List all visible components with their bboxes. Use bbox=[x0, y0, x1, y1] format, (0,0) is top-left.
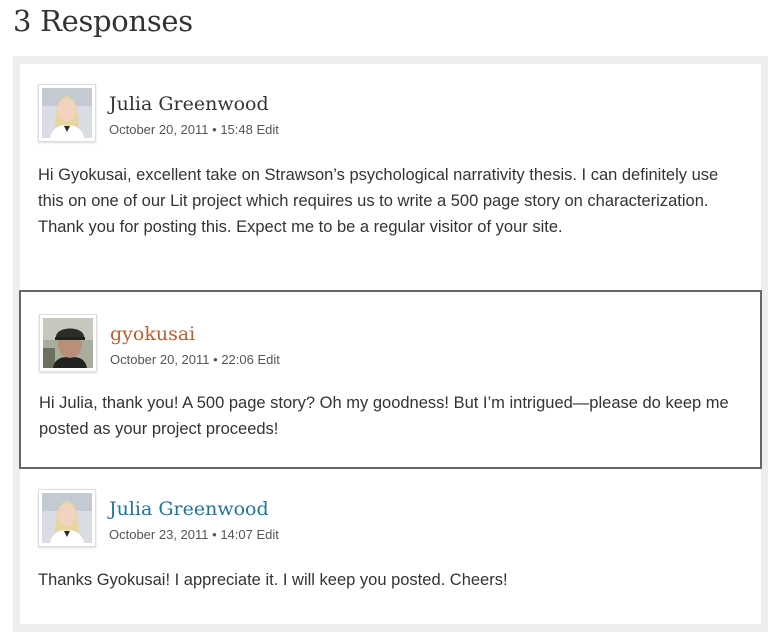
avatar-julia-image bbox=[42, 493, 92, 543]
meta-separator: • bbox=[212, 122, 217, 137]
comment-meta: October 20, 2011 • 22:06 Edit bbox=[110, 352, 280, 367]
avatar[interactable] bbox=[38, 489, 96, 547]
comment: gyokusai October 20, 2011 • 22:06 Edit H… bbox=[19, 290, 762, 469]
comment-meta: October 23, 2011 • 14:07 Edit bbox=[109, 527, 279, 542]
edit-link[interactable]: Edit bbox=[257, 352, 279, 367]
comment-author-link[interactable]: Julia Greenwood bbox=[109, 497, 269, 521]
comment-meta: October 20, 2011 • 15:48 Edit bbox=[109, 122, 279, 137]
meta-separator: • bbox=[213, 352, 218, 367]
comment-author: Julia Greenwood bbox=[109, 93, 269, 115]
comment-text: Thanks Gyokusai! I appreciate it. I will… bbox=[38, 571, 508, 589]
comment-date-link[interactable]: October 20, 2011 bbox=[110, 352, 210, 367]
comment-text: Hi Gyokusai, excellent take on Strawson’… bbox=[38, 166, 719, 236]
edit-link[interactable]: Edit bbox=[256, 122, 278, 137]
meta-separator: • bbox=[212, 527, 217, 542]
comment-author-link[interactable]: gyokusai bbox=[110, 322, 195, 346]
avatar-julia-image bbox=[42, 88, 92, 138]
responses-heading: 3 Responses bbox=[13, 4, 193, 38]
avatar-gyokusai-image bbox=[43, 318, 93, 368]
comment-time-link[interactable]: 22:06 bbox=[221, 352, 254, 367]
comment: Julia Greenwood October 23, 2011 • 14:07… bbox=[20, 469, 761, 624]
avatar[interactable] bbox=[38, 84, 96, 142]
comment-list: Julia Greenwood October 20, 2011 • 15:48… bbox=[13, 56, 768, 632]
avatar[interactable] bbox=[39, 314, 97, 372]
comment: Julia Greenwood October 20, 2011 • 15:48… bbox=[20, 64, 761, 290]
comment-time-link[interactable]: 15:48 bbox=[220, 122, 253, 137]
comment-time-link[interactable]: 14:07 bbox=[220, 527, 253, 542]
comment-date-link[interactable]: October 23, 2011 bbox=[109, 527, 209, 542]
comment-text: Hi Julia, thank you! A 500 page story? O… bbox=[39, 394, 729, 438]
comment-date-link[interactable]: October 20, 2011 bbox=[109, 122, 209, 137]
edit-link[interactable]: Edit bbox=[256, 527, 278, 542]
